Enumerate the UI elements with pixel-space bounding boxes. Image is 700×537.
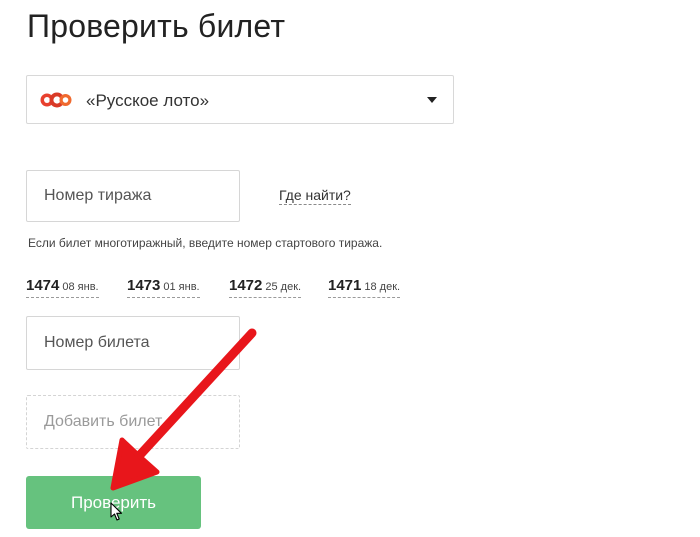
chevron-down-icon xyxy=(427,97,437,103)
draw-number: 1471 xyxy=(328,277,362,294)
draw-date: 25 дек. xyxy=(265,281,302,293)
check-ticket-button[interactable]: Проверить xyxy=(26,476,201,529)
draw-number: 1473 xyxy=(127,277,161,294)
draw-number-input[interactable] xyxy=(26,170,240,222)
game-select-value: «Русское лото» xyxy=(86,91,210,110)
russian-loto-balls-icon xyxy=(40,92,72,108)
where-to-find-link[interactable]: Где найти? xyxy=(279,187,351,205)
draw-number: 1474 xyxy=(26,277,60,294)
game-select-dropdown[interactable]: «Русское лото» xyxy=(26,75,454,124)
ticket-number-input[interactable] xyxy=(26,316,240,370)
recent-draw-item[interactable]: 1473 01 янв. xyxy=(127,277,200,298)
multi-draw-hint: Если билет многотиражный, введите номер … xyxy=(28,236,383,250)
recent-draw-item[interactable]: 1474 08 янв. xyxy=(26,277,99,298)
recent-draw-item[interactable]: 1472 25 дек. xyxy=(229,277,302,298)
draw-date: 01 янв. xyxy=(163,281,200,293)
draw-number: 1472 xyxy=(229,277,263,294)
recent-draw-item[interactable]: 1471 18 дек. xyxy=(328,277,401,298)
page-title: Проверить билет xyxy=(27,8,286,44)
add-ticket-input[interactable] xyxy=(26,395,240,449)
draw-date: 08 янв. xyxy=(62,281,99,293)
draw-date: 18 дек. xyxy=(364,281,401,293)
